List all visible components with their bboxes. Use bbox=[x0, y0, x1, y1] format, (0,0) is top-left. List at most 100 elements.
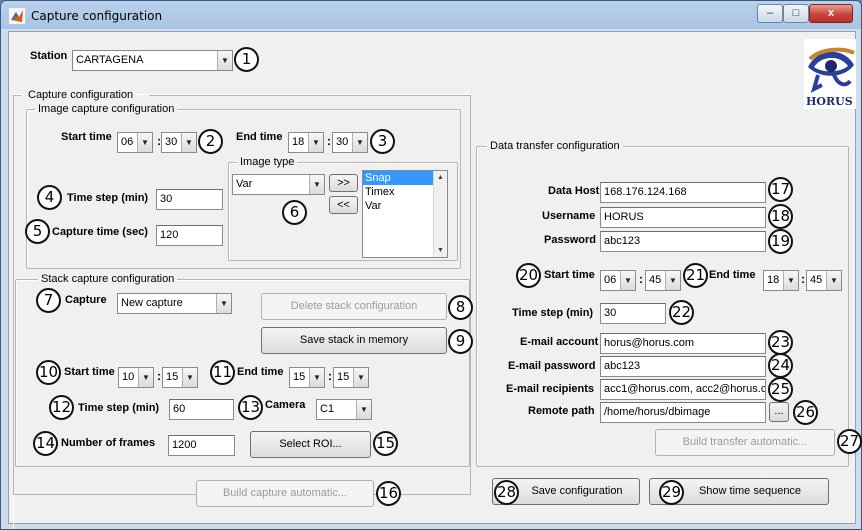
stack-end-hour-select[interactable]: 15 ▼ bbox=[289, 367, 325, 388]
image-start-hour-value: 06 bbox=[121, 136, 134, 148]
transfer-timestep-label: Time step (min) bbox=[512, 307, 594, 319]
email-account-label: E-mail account bbox=[520, 336, 599, 348]
select-roi-button[interactable]: Select ROI... bbox=[250, 431, 371, 458]
image-end-minute-value: 30 bbox=[336, 136, 349, 148]
callout-9: 9 bbox=[448, 329, 473, 354]
stack-capture-value: New capture bbox=[121, 297, 183, 309]
station-label: Station bbox=[30, 50, 68, 62]
host-field[interactable]: 168.176.124.168 bbox=[600, 182, 766, 203]
callout-24: 24 bbox=[768, 353, 793, 378]
callout-19: 19 bbox=[768, 229, 793, 254]
image-type-select[interactable]: Var ▼ bbox=[232, 174, 325, 195]
chevron-down-icon: ▼ bbox=[308, 133, 323, 152]
browse-button[interactable]: ... bbox=[769, 402, 789, 422]
camera-select[interactable]: C1 ▼ bbox=[316, 399, 372, 420]
stack-capture-select[interactable]: New capture ▼ bbox=[117, 293, 232, 314]
build-transfer-button[interactable]: Build transfer automatic... bbox=[655, 429, 835, 456]
save-stack-button[interactable]: Save stack in memory bbox=[261, 327, 447, 354]
image-end-minute-select[interactable]: 30 ▼ bbox=[332, 132, 368, 153]
image-start-minute-select[interactable]: 30 ▼ bbox=[161, 132, 197, 153]
stack-start-minute-select[interactable]: 15 ▼ bbox=[162, 367, 198, 388]
image-end-hour-select[interactable]: 18 ▼ bbox=[288, 132, 324, 153]
close-button[interactable]: x bbox=[809, 4, 853, 23]
data-transfer-title: Data transfer configuration bbox=[487, 140, 623, 152]
transfer-start-minute-value: 45 bbox=[649, 274, 662, 286]
chevron-down-icon: ▼ bbox=[216, 294, 231, 313]
username-label: Username bbox=[542, 210, 596, 222]
chevron-down-icon: ▼ bbox=[138, 368, 153, 387]
callout-2: 2 bbox=[198, 129, 223, 154]
callout-17: 17 bbox=[768, 177, 793, 202]
callout-22: 22 bbox=[669, 300, 694, 325]
image-end-label: End time bbox=[236, 131, 283, 143]
stack-timestep-field[interactable]: 60 bbox=[169, 399, 234, 420]
image-type-list[interactable]: Snap Timex Var ▲ ▼ bbox=[362, 170, 448, 258]
image-type-title: Image type bbox=[237, 156, 298, 168]
stack-end-minute-select[interactable]: 15 ▼ bbox=[333, 367, 369, 388]
frames-field[interactable]: 1200 bbox=[168, 435, 235, 456]
transfer-end-minute-select[interactable]: 45 ▼ bbox=[806, 270, 842, 291]
colon-separator: : bbox=[327, 134, 331, 148]
email-password-field[interactable]: abc123 bbox=[600, 356, 766, 377]
matlab-icon bbox=[9, 8, 25, 24]
stack-capture-title: Stack capture configuration bbox=[38, 273, 178, 285]
list-scrollbar[interactable]: ▲ ▼ bbox=[433, 171, 447, 257]
transfer-start-minute-select[interactable]: 45 ▼ bbox=[645, 270, 681, 291]
chevron-down-icon: ▼ bbox=[353, 368, 368, 387]
colon-separator: : bbox=[639, 272, 643, 286]
chevron-down-icon: ▼ bbox=[826, 271, 841, 290]
transfer-start-label: Start time bbox=[544, 269, 595, 281]
callout-14: 14 bbox=[33, 431, 58, 456]
password-field[interactable]: abc123 bbox=[600, 231, 766, 252]
email-password-label: E-mail password bbox=[508, 360, 596, 372]
colon-separator: : bbox=[157, 369, 161, 383]
email-recipients-field[interactable]: acc1@horus.com, acc2@horus.com bbox=[600, 379, 766, 400]
scroll-up-icon[interactable]: ▲ bbox=[434, 171, 447, 184]
transfer-end-minute-value: 45 bbox=[810, 274, 823, 286]
image-end-hour-value: 18 bbox=[292, 136, 305, 148]
callout-10: 10 bbox=[36, 360, 61, 385]
callout-1: 1 bbox=[234, 47, 259, 72]
capture-time-field[interactable]: 120 bbox=[156, 225, 223, 246]
callout-3: 3 bbox=[370, 129, 395, 154]
image-start-hour-select[interactable]: 06 ▼ bbox=[117, 132, 153, 153]
email-account-field[interactable]: horus@horus.com bbox=[600, 333, 766, 354]
image-timestep-field[interactable]: 30 bbox=[156, 189, 223, 210]
build-capture-button[interactable]: Build capture automatic... bbox=[196, 480, 374, 507]
stack-start-hour-select[interactable]: 10 ▼ bbox=[118, 367, 154, 388]
add-type-button[interactable]: >> bbox=[329, 174, 358, 192]
callout-28-badge: 28 bbox=[494, 480, 519, 505]
callout-8: 8 bbox=[448, 295, 473, 320]
stack-end-hour-value: 15 bbox=[293, 371, 306, 383]
chevron-down-icon: ▼ bbox=[181, 133, 196, 152]
host-label: Data Host bbox=[548, 185, 600, 197]
transfer-end-hour-value: 18 bbox=[767, 274, 780, 286]
username-field[interactable]: HORUS bbox=[600, 207, 766, 228]
callout-5: 5 bbox=[25, 219, 50, 244]
station-value: CARTAGENA bbox=[76, 54, 144, 66]
station-select[interactable]: CARTAGENA ▼ bbox=[72, 50, 233, 71]
stack-start-minute-value: 15 bbox=[166, 371, 179, 383]
transfer-timestep-field[interactable]: 30 bbox=[600, 303, 666, 324]
callout-16: 16 bbox=[376, 481, 401, 506]
remove-type-button[interactable]: << bbox=[329, 196, 358, 214]
chevron-down-icon: ▼ bbox=[217, 51, 232, 70]
callout-27: 27 bbox=[837, 429, 862, 454]
title-bar[interactable]: Capture configuration – □ x bbox=[1, 1, 861, 31]
callout-4: 4 bbox=[37, 185, 62, 210]
scroll-down-icon[interactable]: ▼ bbox=[434, 244, 447, 257]
horus-eye-icon bbox=[804, 39, 856, 95]
remote-path-field[interactable]: /home/horus/dbimage bbox=[600, 402, 766, 423]
transfer-end-hour-select[interactable]: 18 ▼ bbox=[763, 270, 799, 291]
callout-13: 13 bbox=[238, 395, 263, 420]
stack-start-hour-value: 10 bbox=[122, 371, 135, 383]
callout-11: 11 bbox=[210, 360, 235, 385]
capture-group-topline-right bbox=[149, 95, 471, 96]
minimize-button[interactable]: – bbox=[757, 4, 783, 23]
maximize-button[interactable]: □ bbox=[783, 4, 809, 23]
horus-logo: HORUS bbox=[804, 39, 856, 109]
delete-stack-button[interactable]: Delete stack configuration bbox=[261, 293, 447, 320]
chevron-down-icon: ▼ bbox=[309, 368, 324, 387]
client-area: HORUS Station CARTAGENA ▼ Capture config… bbox=[8, 31, 862, 524]
transfer-start-hour-select[interactable]: 06 ▼ bbox=[600, 270, 636, 291]
